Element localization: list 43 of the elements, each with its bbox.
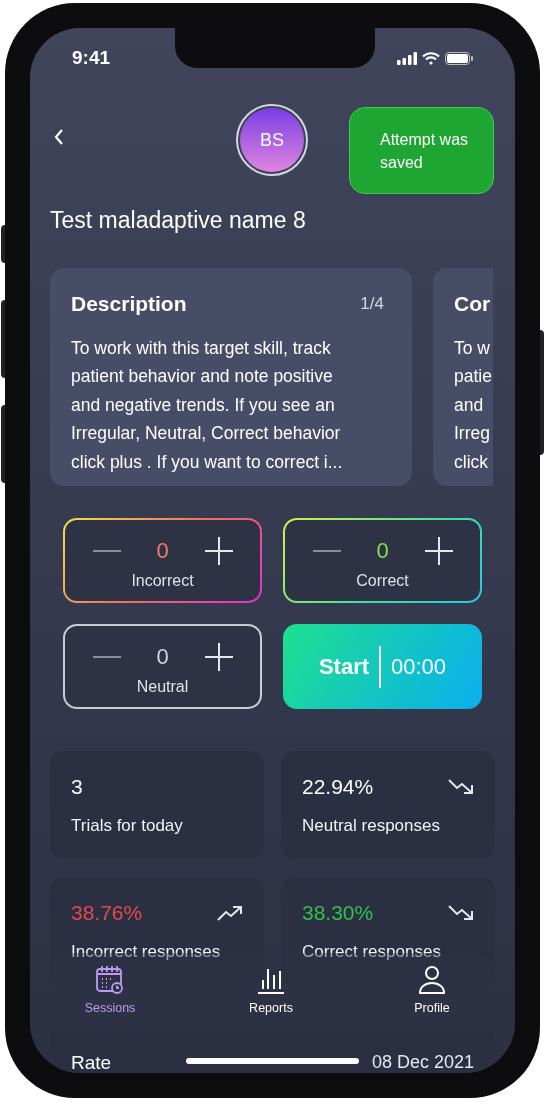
card-title: Description <box>71 291 187 317</box>
stat-value: 38.30% <box>302 900 374 926</box>
back-icon[interactable] <box>53 128 65 146</box>
rate-label: Rate <box>71 1051 112 1073</box>
stat-value: 3 <box>71 774 83 800</box>
trend-up-icon <box>217 904 243 921</box>
card-description: To w patie and Irreg click <box>454 336 493 474</box>
plus-icon[interactable] <box>204 642 233 671</box>
nav-tab[interactable]: Sessions <box>80 965 140 1024</box>
counter-value: 0 <box>376 537 389 565</box>
minus-icon[interactable] <box>92 655 121 658</box>
stat-label: Neutral responses <box>302 814 441 837</box>
counter-value: 0 <box>156 537 169 565</box>
counter-label: Correct <box>356 571 409 591</box>
avatar-initials: BS <box>260 128 284 152</box>
nav-tab[interactable]: Profile <box>402 965 462 1024</box>
battery-icon <box>445 51 473 65</box>
stat-value: 38.76% <box>71 900 143 926</box>
stat-label: Incorrect responses <box>71 940 222 963</box>
card-title: Cor <box>454 291 491 317</box>
signal-icon <box>397 51 417 65</box>
plus-icon[interactable] <box>424 536 453 565</box>
trend-down-icon <box>448 778 474 795</box>
timer: 00:00 <box>391 653 447 681</box>
stat-label: Correct responses <box>302 940 442 963</box>
card-description: To work with this target skill, track patient behavior and note positive and negative trends. If you see an Irregular, Neutral, Correct behavior click plus . If you want to correct i... <box>71 336 344 474</box>
counter-value: 0 <box>156 643 169 671</box>
minus-icon[interactable] <box>312 549 341 552</box>
stat-label: Trials for today <box>71 814 184 837</box>
counter-label: Incorrect <box>131 571 194 591</box>
stat-value: 22.94% <box>302 774 374 800</box>
page-counter: 1/4 <box>360 293 384 315</box>
status-time: 9:41 <box>72 45 111 70</box>
trend-down-icon <box>448 904 474 921</box>
page-title: Test maladaptive name 8 <box>49 206 307 235</box>
minus-icon[interactable] <box>92 549 121 552</box>
nav-tab[interactable]: Reports <box>241 965 301 1024</box>
wifi-icon <box>422 51 440 65</box>
rate-date: 08 Dec 2021 <box>371 1051 474 1073</box>
plus-icon[interactable] <box>204 536 233 565</box>
profile-icon <box>417 965 447 995</box>
counter-label: Neutral <box>136 677 189 697</box>
toast-message: Attempt was saved <box>380 129 470 173</box>
